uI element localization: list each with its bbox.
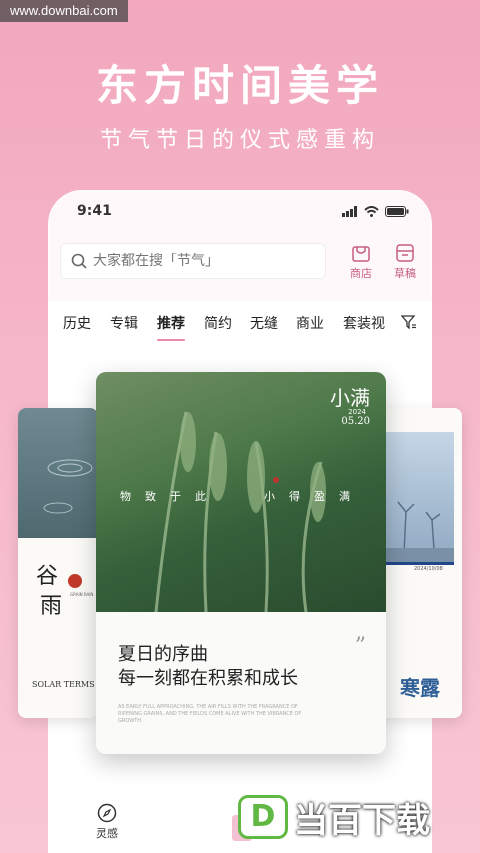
cold-dew-title: 寒露 xyxy=(400,676,440,700)
divider xyxy=(384,562,454,565)
draft-button[interactable]: 草稿 xyxy=(387,243,423,281)
card-cold-dew[interactable]: 2024/10/08 寒露 xyxy=(376,408,462,718)
tab-business[interactable]: 商业 xyxy=(296,313,324,333)
tree-graphic xyxy=(384,501,454,562)
tab-history[interactable]: 历史 xyxy=(63,313,91,333)
tab-album[interactable]: 专辑 xyxy=(110,313,138,333)
cold-dew-image xyxy=(384,432,454,562)
battery-icon xyxy=(385,206,409,217)
solar-term-date: 05.20 xyxy=(341,416,370,427)
compass-icon xyxy=(97,803,117,823)
tab-seamless[interactable]: 无缝 xyxy=(250,313,278,333)
quote-icon: ” xyxy=(354,634,366,659)
search-input[interactable] xyxy=(93,253,313,269)
hero-title: 东方时间美学 xyxy=(95,61,384,110)
grain-rain-title-2: 雨 xyxy=(40,594,63,619)
category-tabs: 历史 专辑 推荐 简约 无缝 商业 套装视 xyxy=(49,301,431,341)
draft-label: 草稿 xyxy=(394,267,416,280)
signal-icon xyxy=(342,206,357,217)
card-grain-full[interactable]: 小满 2024 05.20 物致于此 小得盈满 ” 夏日的序曲 每一刻都在积累和… xyxy=(96,372,386,754)
search-icon xyxy=(71,253,87,269)
cold-dew-date: 2024/10/08 xyxy=(414,566,443,572)
shop-button[interactable]: 商店 xyxy=(343,243,379,281)
card-fineprint: AS EARLY FULL APPROACHING, THE AIR FILLS… xyxy=(118,704,302,724)
filter-icon[interactable] xyxy=(401,315,417,329)
solar-term-year: 2024 xyxy=(348,408,366,416)
grain-rain-title-1: 谷 xyxy=(36,564,59,589)
logo-text: 当百下载 xyxy=(294,800,430,841)
seal-text: GRAIN RAIN xyxy=(70,592,94,597)
tab-recommended[interactable]: 推荐 xyxy=(157,313,185,341)
download-logo: D 当百下载 xyxy=(238,792,430,842)
solar-terms-label: SOLAR TERMS xyxy=(32,680,95,689)
rain-image xyxy=(18,408,98,538)
wifi-icon xyxy=(364,206,379,217)
card-headline: 夏日的序曲 xyxy=(118,644,208,665)
draft-icon xyxy=(396,244,414,262)
hero-subtitle: 节气节日的仪式感重构 xyxy=(99,128,380,153)
tab-set[interactable]: 套装视 xyxy=(343,313,385,333)
proverb-left: 物致于此 xyxy=(120,490,220,503)
logo-letter: D xyxy=(238,795,288,839)
shop-label: 商店 xyxy=(350,267,372,280)
card-grain-rain[interactable]: 谷 雨 GRAIN RAIN SOLAR TERMS xyxy=(18,408,98,718)
status-bar: 9:41 xyxy=(49,203,431,223)
tab-simple[interactable]: 简约 xyxy=(204,313,232,333)
proverb-right: 小得盈满 xyxy=(264,490,364,503)
nav-inspiration[interactable]: 灵感 xyxy=(96,803,118,841)
site-watermark: www.downbai.com xyxy=(0,0,128,22)
system-icons xyxy=(342,206,409,217)
card-subline: 每一刻都在积累和成长 xyxy=(118,668,298,689)
ripple-graphic xyxy=(43,459,93,514)
seal-icon xyxy=(68,574,82,588)
solar-term-name: 小满 xyxy=(330,386,370,410)
nav-inspiration-label: 灵感 xyxy=(96,827,118,840)
search-bar[interactable] xyxy=(60,243,326,279)
status-time: 9:41 xyxy=(77,203,112,219)
shop-icon xyxy=(352,246,370,262)
